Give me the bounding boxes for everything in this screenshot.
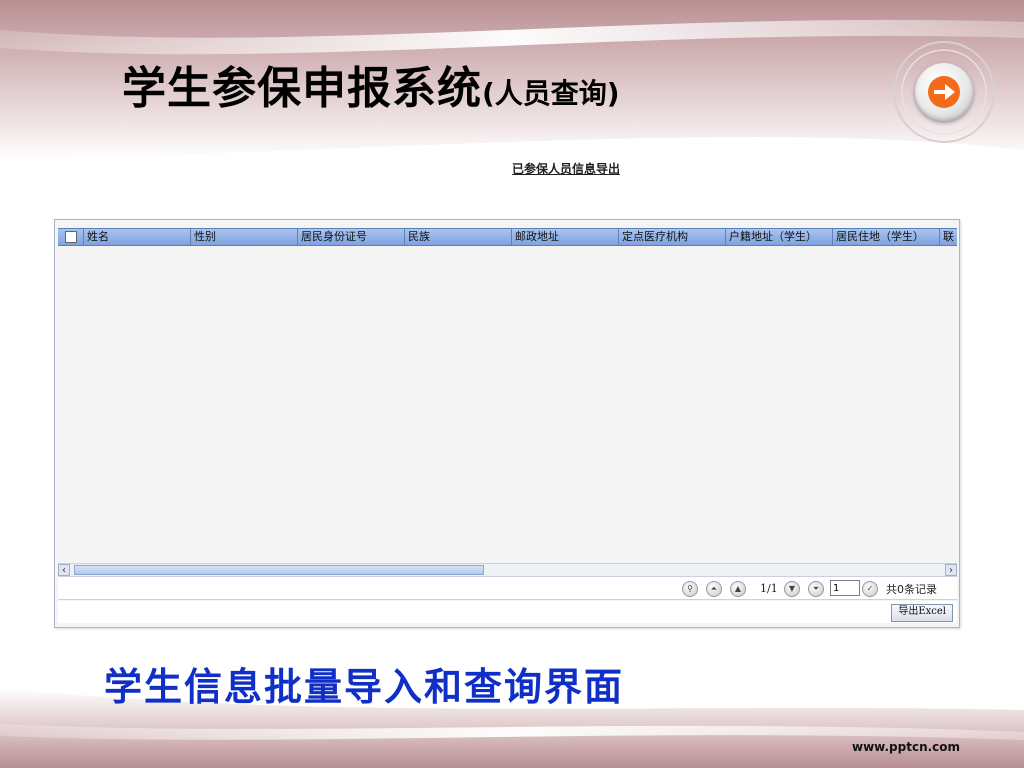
export-excel-button[interactable]: 导出Excel [891, 604, 953, 622]
prev-page-icon: ▲ [734, 584, 742, 593]
arrow-right-icon [928, 76, 960, 108]
total-records: 共0条记录 [886, 583, 937, 596]
first-page-button[interactable]: ⏶ [706, 581, 722, 597]
column-header-gender[interactable]: 性别 [191, 229, 298, 245]
column-header-medical-institution[interactable]: 定点医疗机构 [619, 229, 726, 245]
slide-title: 学生参保申报系统(人员查询) [122, 52, 620, 116]
footer-url: www.pptcn.com [852, 740, 961, 754]
select-all-checkbox[interactable] [65, 231, 77, 243]
go-check-icon: ✓ [866, 584, 874, 593]
grid-body [58, 246, 957, 562]
column-header-postal-address[interactable]: 邮政地址 [512, 229, 619, 245]
action-bar: 导出Excel [58, 601, 957, 623]
search-button[interactable]: ⚲ [682, 581, 698, 597]
next-page-icon: ▼ [788, 584, 796, 593]
slide-title-main: 学生参保申报系统 [122, 63, 482, 114]
column-header-ethnicity[interactable]: 民族 [405, 229, 512, 245]
horizontal-scrollbar[interactable]: ‹ › [58, 563, 957, 577]
column-header-name[interactable]: 姓名 [84, 229, 191, 245]
column-header-contact[interactable]: 联 [940, 229, 957, 245]
column-header-residence[interactable]: 居民住地（学生） [833, 229, 940, 245]
last-page-button[interactable]: ⏷ [808, 581, 824, 597]
scroll-thumb[interactable] [74, 565, 484, 575]
nav-button-frame [886, 38, 1006, 146]
column-header-id-number[interactable]: 居民身份证号 [298, 229, 405, 245]
last-page-icon: ⏷ [812, 584, 820, 593]
page-number-input[interactable] [830, 580, 860, 596]
column-header-household-address[interactable]: 户籍地址（学生） [726, 229, 833, 245]
chevron-left-icon: ‹ [62, 565, 66, 576]
export-insured-link[interactable]: 已参保人员信息导出 [512, 160, 620, 177]
slide-caption: 学生信息批量导入和查询界面 [104, 664, 625, 709]
page-indicator: 1/1 [760, 582, 778, 595]
grid-header: 姓名 性别 居民身份证号 民族 邮政地址 定点医疗机构 户籍地址（学生） 居民住… [58, 228, 957, 246]
slide-title-sub: (人员查询) [482, 77, 620, 110]
first-page-icon: ⏶ [710, 584, 718, 593]
scroll-right-button[interactable]: › [945, 564, 957, 576]
select-all-checkbox-cell [58, 229, 84, 245]
search-icon: ⚲ [687, 584, 693, 593]
next-slide-button[interactable] [915, 63, 973, 121]
pager-bar: ⚲ ⏶ ▲ 1/1 ▼ ⏷ ✓ 共0条记录 [58, 577, 957, 600]
next-page-button[interactable]: ▼ [784, 581, 800, 597]
chevron-right-icon: › [949, 565, 953, 576]
go-page-button[interactable]: ✓ [862, 581, 878, 597]
query-window: 姓名 性别 居民身份证号 民族 邮政地址 定点医疗机构 户籍地址（学生） 居民住… [54, 219, 960, 628]
prev-page-button[interactable]: ▲ [730, 581, 746, 597]
scroll-left-button[interactable]: ‹ [58, 564, 70, 576]
